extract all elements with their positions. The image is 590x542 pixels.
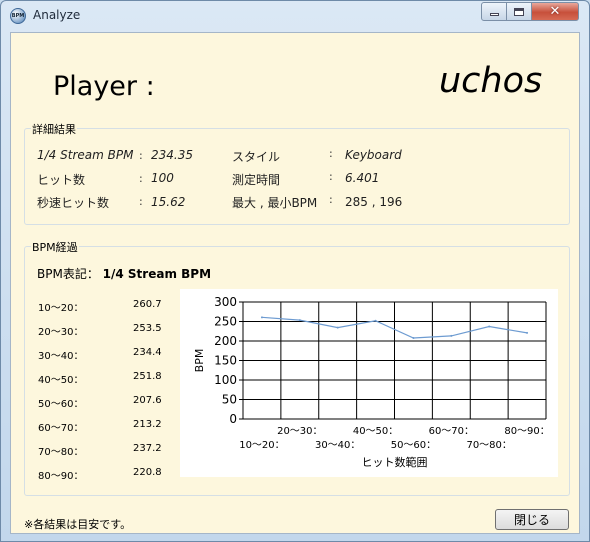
x-tick-label: 80～90： <box>504 426 549 437</box>
title-bar[interactable]: BPM Analyze ✕ <box>1 1 589 31</box>
bpm-data-point <box>298 319 301 322</box>
bpm-data-point <box>412 337 415 340</box>
range-value: 207.6 <box>133 395 162 406</box>
y-tick-label: 200 <box>214 334 237 348</box>
hit-count-value: 100 <box>151 171 174 185</box>
details-group-title: 詳細結果 <box>31 121 77 137</box>
bpm-progress-group: BPM経過 BPM表記： 1/4 Stream BPM 10～20： 260.7… <box>24 239 570 496</box>
x-tick-label: 60～70： <box>429 426 474 437</box>
maximize-icon <box>514 7 524 16</box>
x-axis-label: ヒット数範囲 <box>362 455 428 469</box>
bpm-data-point <box>488 325 491 328</box>
style-label: スタイル <box>232 150 281 164</box>
x-tick-label: 10～20： <box>239 440 284 451</box>
range-value: 251.8 <box>133 371 162 382</box>
bpm-notation-label: BPM表記： <box>37 267 99 281</box>
bpm-progress-group-title: BPM経過 <box>31 239 79 255</box>
y-tick-label: 0 <box>229 412 237 426</box>
colon: : <box>329 170 333 183</box>
y-tick-label: 250 <box>214 315 237 329</box>
stream-bpm-label: 1/4 Stream BPM <box>37 148 134 162</box>
range-value: 220.8 <box>133 467 162 478</box>
footnote: ※各結果は目安です。 <box>24 518 132 531</box>
bpm-app-icon: BPM <box>10 8 26 24</box>
x-tick-label: 70～80： <box>466 440 511 451</box>
stream-bpm-value: 234.35 <box>151 148 193 162</box>
y-tick-label: 100 <box>214 373 237 387</box>
colon: : <box>329 147 333 160</box>
minimize-button[interactable] <box>481 2 507 21</box>
close-icon: ✕ <box>549 4 561 19</box>
range-value: 234.4 <box>133 347 162 358</box>
colon: : <box>139 195 143 208</box>
close-window-button[interactable]: ✕ <box>531 2 579 21</box>
range-label: 40～50： <box>38 375 84 386</box>
colon: : <box>139 149 143 162</box>
client-area: Player : uchos 詳細結果 1/4 Stream BPM : 234… <box>10 32 580 534</box>
range-value: 253.5 <box>133 323 162 334</box>
bpm-data-point <box>374 319 377 322</box>
range-label: 10～20： <box>38 303 84 314</box>
range-value: 237.2 <box>133 443 162 454</box>
minimize-icon <box>489 13 499 16</box>
bpm-data-point <box>260 316 263 319</box>
x-tick-label: 50～60： <box>391 440 436 451</box>
range-label: 30～40： <box>38 351 84 362</box>
hits-per-second-value: 15.62 <box>151 195 186 209</box>
bpm-notation: BPM表記： 1/4 Stream BPM <box>37 265 211 282</box>
y-axis-label: BPM <box>193 349 206 373</box>
hit-count-label: ヒット数 <box>37 173 86 187</box>
range-label: 60～70： <box>38 423 84 434</box>
close-button[interactable]: 閉じる <box>495 509 569 530</box>
window-title: Analyze <box>33 8 81 22</box>
measure-time-label: 測定時間 <box>232 173 281 187</box>
x-tick-label: 40～50： <box>353 426 398 437</box>
details-group: 詳細結果 1/4 Stream BPM : 234.35 ヒット数 : 100 … <box>24 121 570 225</box>
bpm-data-point <box>336 326 339 329</box>
hits-per-second-label: 秒速ヒット数 <box>37 196 110 210</box>
max-min-bpm-label: 最大 , 最小BPM <box>232 196 318 210</box>
range-label: 50～60： <box>38 399 84 410</box>
range-label: 70～80： <box>38 447 84 458</box>
colon: : <box>139 172 143 185</box>
range-value: 213.2 <box>133 419 162 430</box>
bpm-chart-svg: 0 50 100 150 200 250 300 10～20： 20～30： 30～40： 40～5… <box>193 295 550 469</box>
bpm-notation-value: 1/4 Stream BPM <box>102 267 212 281</box>
bpm-chart: 0 50 100 150 200 250 300 10～20： 20～30： 30～40： 40～5… <box>180 289 558 477</box>
range-label: 20～30： <box>38 327 84 338</box>
y-tick-label: 150 <box>214 354 237 368</box>
x-tick-label: 20～30： <box>277 426 322 437</box>
max-min-bpm-value: 285 , 196 <box>345 195 403 209</box>
x-tick-label: 30～40： <box>315 440 360 451</box>
player-name: uchos <box>439 61 543 101</box>
colon: : <box>329 193 333 206</box>
bpm-data-point <box>450 334 453 337</box>
range-label: 80～90： <box>38 471 84 482</box>
y-tick-label: 300 <box>214 295 237 309</box>
analyze-window: BPM Analyze ✕ Player : uchos 詳細結果 1/4 St… <box>0 0 590 542</box>
maximize-button[interactable] <box>506 2 532 21</box>
player-label: Player : <box>53 71 155 102</box>
range-value: 260.7 <box>133 299 162 310</box>
bpm-data-point <box>526 331 529 334</box>
y-tick-label: 50 <box>222 393 237 407</box>
measure-time-value: 6.401 <box>345 171 380 185</box>
style-value: Keyboard <box>345 148 402 162</box>
